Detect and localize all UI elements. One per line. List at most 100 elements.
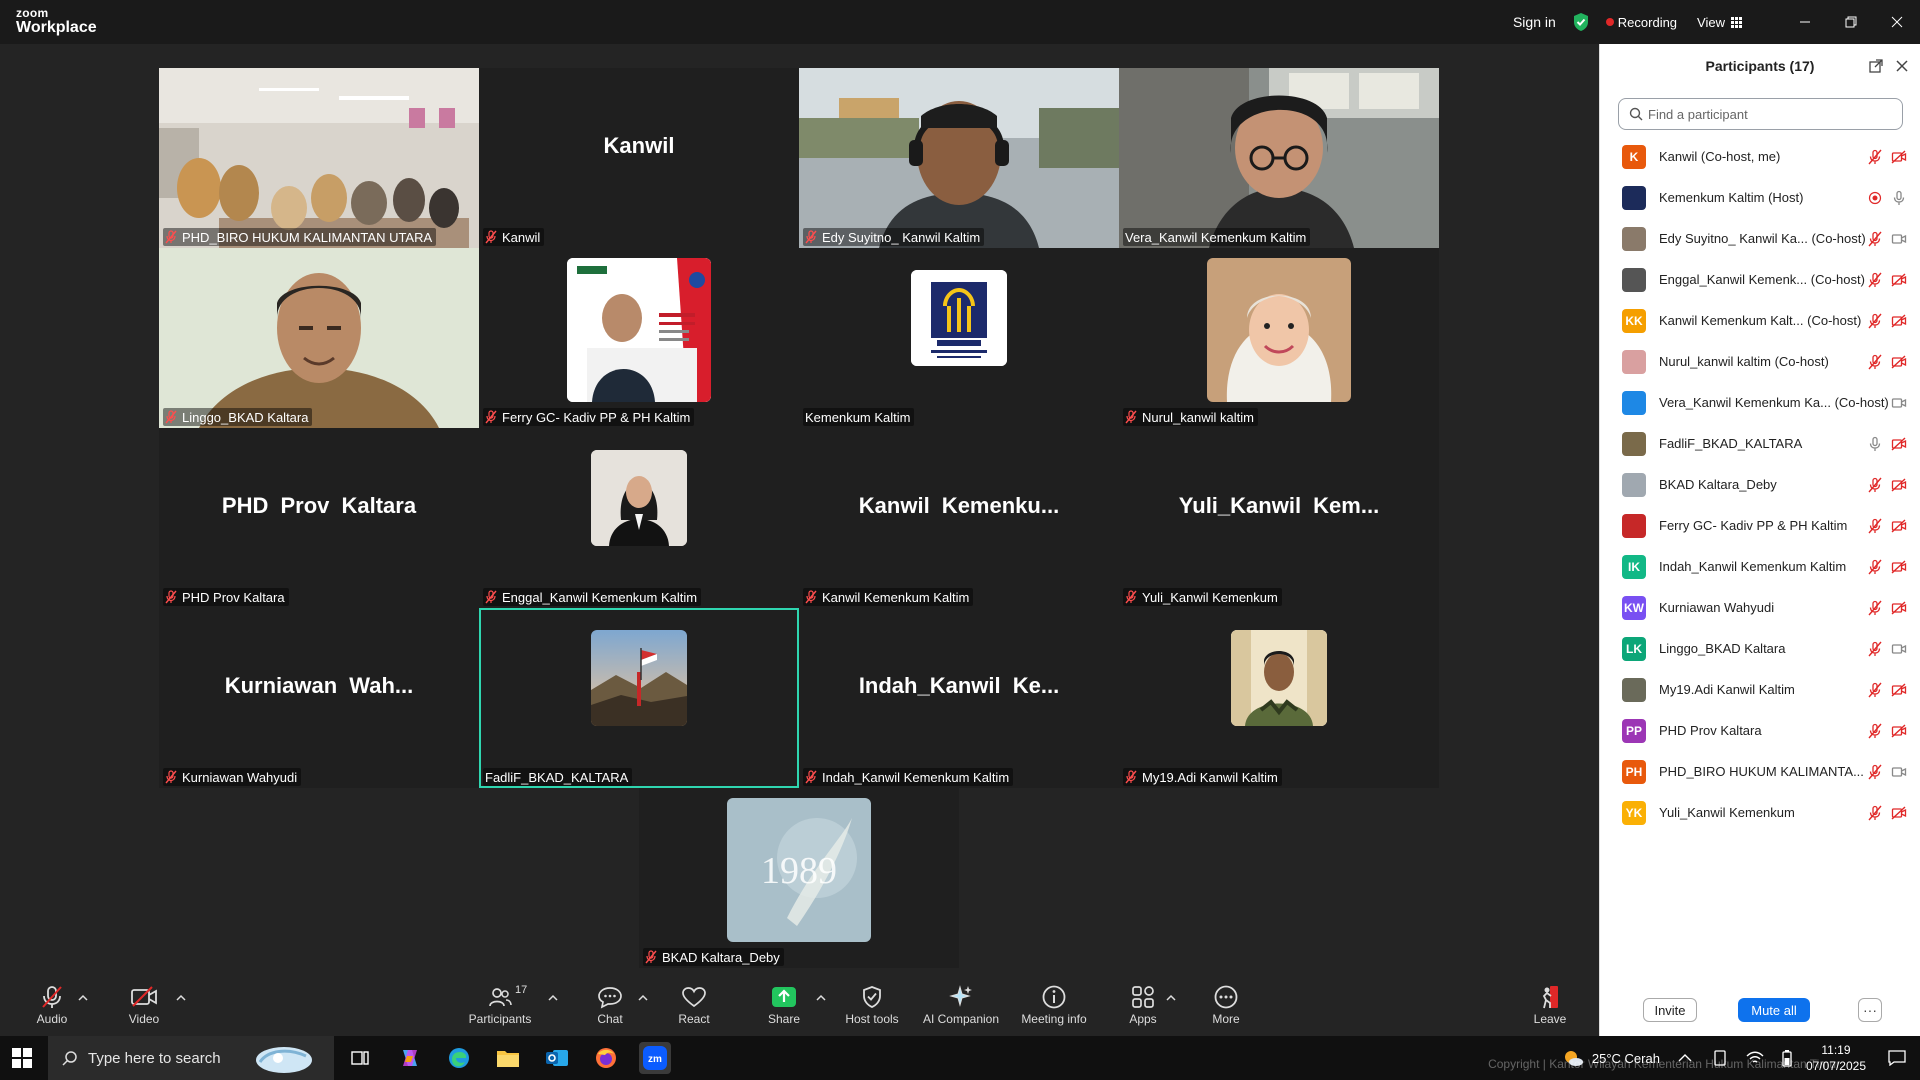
video-tile[interactable]: Enggal_Kanwil Kemenkum Kaltim bbox=[479, 428, 799, 608]
video-tile[interactable]: 1989 BKAD Kaltara_Deby bbox=[639, 788, 959, 968]
leave-button[interactable]: Leave bbox=[1510, 976, 1590, 1036]
task-view-icon[interactable] bbox=[344, 1042, 376, 1074]
audio-button[interactable]: Audio bbox=[12, 976, 92, 1036]
video-options-caret-icon[interactable] bbox=[176, 994, 186, 1002]
taskbar-search-input[interactable]: Type here to search bbox=[48, 1036, 334, 1080]
camera-off-icon[interactable] bbox=[1891, 559, 1907, 575]
copilot-icon[interactable] bbox=[394, 1042, 426, 1074]
sign-in-link[interactable]: Sign in bbox=[1513, 14, 1556, 30]
participant-row[interactable]: My19.Adi Kanwil Kaltim bbox=[1600, 669, 1920, 710]
mic-muted-icon[interactable] bbox=[1867, 559, 1883, 575]
video-tile[interactable]: Ferry GC- Kadiv PP & PH Kaltim bbox=[479, 248, 799, 428]
video-tile[interactable]: My19.Adi Kanwil Kaltim bbox=[1119, 608, 1439, 788]
notification-icon[interactable] bbox=[1888, 1050, 1906, 1066]
video-tile[interactable]: Vera_Kanwil Kemenkum Kaltim bbox=[1119, 68, 1439, 248]
camera-off-icon[interactable] bbox=[1891, 313, 1907, 329]
camera-on-icon[interactable] bbox=[1891, 641, 1907, 657]
camera-off-icon[interactable] bbox=[1891, 477, 1907, 493]
mic-muted-icon[interactable] bbox=[1867, 272, 1883, 288]
video-tile[interactable]: Kanwil Kemenku... Kanwil Kemenkum Kaltim bbox=[799, 428, 1119, 608]
chat-button[interactable]: Chat bbox=[570, 976, 650, 1036]
video-tile[interactable]: FadliF_BKAD_KALTARA bbox=[479, 608, 799, 788]
participants-button[interactable]: Participants bbox=[460, 976, 540, 1036]
participant-search-input[interactable]: Find a participant bbox=[1618, 98, 1903, 130]
video-tile[interactable]: PHD Prov Kaltara PHD Prov Kaltara bbox=[159, 428, 479, 608]
close-panel-icon[interactable] bbox=[1894, 58, 1910, 74]
recording-indicator[interactable]: Recording bbox=[1605, 15, 1677, 30]
participant-row[interactable]: PH PHD_BIRO HUKUM KALIMANTA... bbox=[1600, 751, 1920, 792]
participant-row[interactable]: LK Linggo_BKAD Kaltara bbox=[1600, 628, 1920, 669]
audio-options-caret-icon[interactable] bbox=[78, 994, 88, 1002]
participant-row[interactable]: Enggal_Kanwil Kemenk... (Co-host) bbox=[1600, 259, 1920, 300]
video-tile[interactable]: Kurniawan Wah... Kurniawan Wahyudi bbox=[159, 608, 479, 788]
host-tools-button[interactable]: Host tools bbox=[832, 976, 912, 1036]
participant-row[interactable]: IK Indah_Kanwil Kemenkum Kaltim bbox=[1600, 546, 1920, 587]
participant-row[interactable]: PP PHD Prov Kaltara bbox=[1600, 710, 1920, 751]
mic-muted-icon[interactable] bbox=[1867, 764, 1883, 780]
invite-button[interactable]: Invite bbox=[1643, 998, 1697, 1022]
video-tile[interactable]: Indah_Kanwil Ke... Indah_Kanwil Kemenkum … bbox=[799, 608, 1119, 788]
camera-off-icon[interactable] bbox=[1891, 518, 1907, 534]
participant-row[interactable]: Edy Suyitno_ Kanwil Ka... (Co-host) bbox=[1600, 218, 1920, 259]
file-explorer-icon[interactable] bbox=[492, 1042, 524, 1074]
mic-muted-icon[interactable] bbox=[1867, 723, 1883, 739]
restore-button[interactable] bbox=[1828, 0, 1874, 44]
mic-muted-icon[interactable] bbox=[1867, 600, 1883, 616]
outlook-icon[interactable] bbox=[541, 1042, 573, 1074]
share-button[interactable]: Share bbox=[744, 976, 824, 1036]
apps-options-caret-icon[interactable] bbox=[1166, 994, 1176, 1002]
camera-off-icon[interactable] bbox=[1891, 272, 1907, 288]
react-button[interactable]: React bbox=[654, 976, 734, 1036]
mic-on-icon[interactable] bbox=[1867, 436, 1883, 452]
participant-row[interactable]: YK Yuli_Kanwil Kemenkum bbox=[1600, 792, 1920, 833]
camera-off-icon[interactable] bbox=[1891, 354, 1907, 370]
video-tile[interactable]: Linggo_BKAD Kaltara bbox=[159, 248, 479, 428]
video-tile[interactable]: Kanwil Kanwil bbox=[479, 68, 799, 248]
participant-row[interactable]: Nurul_kanwil kaltim (Co-host) bbox=[1600, 341, 1920, 382]
participant-row[interactable]: KK Kanwil Kemenkum Kalt... (Co-host) bbox=[1600, 300, 1920, 341]
camera-off-icon[interactable] bbox=[1891, 600, 1907, 616]
camera-off-icon[interactable] bbox=[1891, 723, 1907, 739]
video-tile[interactable]: Nurul_kanwil kaltim bbox=[1119, 248, 1439, 428]
view-button[interactable]: View bbox=[1697, 15, 1742, 30]
camera-on-icon[interactable] bbox=[1891, 231, 1907, 247]
video-tile[interactable]: PHD_BIRO HUKUM KALIMANTAN UTARA bbox=[159, 68, 479, 248]
participant-row[interactable]: Kemenkum Kaltim (Host) bbox=[1600, 177, 1920, 218]
participant-row[interactable]: FadliF_BKAD_KALTARA bbox=[1600, 423, 1920, 464]
panel-more-button[interactable]: ··· bbox=[1858, 998, 1882, 1022]
mic-muted-icon[interactable] bbox=[1867, 477, 1883, 493]
participants-options-caret-icon[interactable] bbox=[548, 994, 558, 1002]
minimize-button[interactable] bbox=[1782, 0, 1828, 44]
video-tile[interactable]: Edy Suyitno_ Kanwil Kaltim bbox=[799, 68, 1119, 248]
participant-row[interactable]: KW Kurniawan Wahyudi bbox=[1600, 587, 1920, 628]
security-shield-icon[interactable] bbox=[1572, 12, 1590, 32]
more-button[interactable]: More bbox=[1186, 976, 1266, 1036]
share-options-caret-icon[interactable] bbox=[816, 994, 826, 1002]
zoom-taskbar-icon[interactable]: zm bbox=[639, 1042, 671, 1074]
camera-off-icon[interactable] bbox=[1891, 149, 1907, 165]
apps-button[interactable]: Apps bbox=[1103, 976, 1183, 1036]
ai-companion-button[interactable]: AI Companion bbox=[919, 976, 1003, 1036]
chat-options-caret-icon[interactable] bbox=[638, 994, 648, 1002]
camera-on-icon[interactable] bbox=[1891, 764, 1907, 780]
close-window-button[interactable] bbox=[1874, 0, 1920, 44]
video-button[interactable]: Video bbox=[104, 976, 184, 1036]
participant-row[interactable]: Vera_Kanwil Kemenkum Ka... (Co-host) bbox=[1600, 382, 1920, 423]
edge-browser-icon[interactable] bbox=[443, 1042, 475, 1074]
camera-off-icon[interactable] bbox=[1891, 805, 1907, 821]
windows-start-icon[interactable] bbox=[12, 1048, 32, 1068]
mic-on-icon[interactable] bbox=[1891, 190, 1907, 206]
participant-row[interactable]: BKAD Kaltara_Deby bbox=[1600, 464, 1920, 505]
mic-muted-icon[interactable] bbox=[1867, 682, 1883, 698]
mic-muted-icon[interactable] bbox=[1867, 231, 1883, 247]
mic-muted-icon[interactable] bbox=[1867, 354, 1883, 370]
mute-all-button[interactable]: Mute all bbox=[1738, 998, 1810, 1022]
pop-out-icon[interactable] bbox=[1868, 58, 1884, 74]
participant-row[interactable]: K Kanwil (Co-host, me) bbox=[1600, 136, 1920, 177]
participant-row[interactable]: Ferry GC- Kadiv PP & PH Kaltim bbox=[1600, 505, 1920, 546]
video-tile[interactable]: Yuli_Kanwil Kem... Yuli_Kanwil Kemenkum bbox=[1119, 428, 1439, 608]
meeting-info-button[interactable]: Meeting info bbox=[1014, 976, 1094, 1036]
mic-muted-icon[interactable] bbox=[1867, 313, 1883, 329]
camera-on-icon[interactable] bbox=[1891, 395, 1907, 411]
video-tile[interactable]: Kemenkum Kaltim bbox=[799, 248, 1119, 428]
